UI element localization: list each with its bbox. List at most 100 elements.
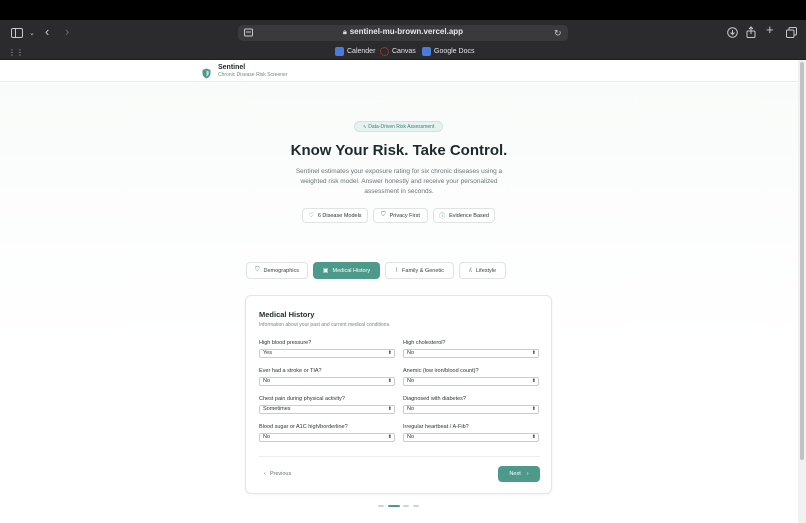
run-icon: ʎ bbox=[468, 267, 472, 274]
info-icon: ⓘ bbox=[439, 214, 446, 220]
address-bar[interactable]: 🔒︎ sentinel-mu-brown.vercel.app ↻ bbox=[238, 25, 568, 41]
hero-title: Know Your Risk. Take Control. bbox=[290, 142, 508, 159]
reload-icon[interactable]: ↻ bbox=[554, 27, 562, 39]
tab-label: Medical History bbox=[332, 267, 371, 274]
sidebar-toggle-icon[interactable] bbox=[11, 28, 23, 38]
tab-demographics[interactable]: ⛉ Demographics bbox=[246, 262, 308, 279]
chest-pain-select[interactable]: Sometimes ⬍ bbox=[259, 405, 395, 414]
high-blood-pressure-select[interactable]: Yes ⬍ bbox=[259, 349, 395, 358]
data-driven-pill: ∿ Data-Driven Risk Assessment bbox=[354, 121, 443, 132]
badge-privacy-first: ⛉ Privacy First bbox=[373, 208, 428, 223]
bookmark-label: Google Docs bbox=[434, 48, 475, 55]
updown-icon: ⬍ bbox=[387, 350, 392, 356]
next-button[interactable]: Next › bbox=[498, 466, 540, 482]
bookmark-canvas[interactable]: Canvas bbox=[380, 47, 416, 56]
divider bbox=[259, 456, 540, 457]
question-label: Anemic (low iron/blood count)? bbox=[403, 368, 479, 374]
updown-icon: ⬍ bbox=[387, 406, 392, 412]
bookmark-label: Calender bbox=[347, 48, 376, 55]
download-icon[interactable] bbox=[727, 27, 738, 38]
tabs-overview-icon[interactable] bbox=[786, 27, 797, 38]
brand-tagline: Chronic Disease Risk Screener bbox=[218, 72, 288, 78]
updown-icon: ⬍ bbox=[387, 378, 392, 384]
window-top-bar bbox=[0, 0, 806, 20]
question-label: High cholesterol? bbox=[403, 340, 446, 346]
question-label: Irregular heartbeat / A-Fib? bbox=[403, 424, 469, 430]
scrollbar-thumb[interactable] bbox=[800, 62, 804, 460]
select-value: Yes bbox=[263, 350, 272, 356]
forward-icon[interactable]: › bbox=[65, 25, 69, 38]
shield-icon: ⛉ bbox=[381, 212, 386, 218]
url-text: 🔒︎ sentinel-mu-brown.vercel.app bbox=[238, 27, 568, 37]
select-value: No bbox=[263, 434, 271, 440]
badge-evidence-based: ⓘ Evidence Based bbox=[433, 208, 495, 223]
tab-lifestyle[interactable]: ʎ Lifestyle bbox=[459, 262, 506, 279]
bookmark-calender[interactable]: Calender bbox=[335, 47, 375, 56]
select-value: No bbox=[407, 378, 415, 384]
url-label: sentinel-mu-brown.vercel.app bbox=[349, 27, 464, 36]
chevron-down-icon[interactable]: ⌄ bbox=[29, 28, 35, 40]
tab-medical-history[interactable]: ▣ Medical History bbox=[313, 262, 380, 279]
step-dot bbox=[403, 505, 409, 507]
stroke-select[interactable]: No ⬍ bbox=[259, 377, 395, 386]
high-cholesterol-select[interactable]: No ⬍ bbox=[403, 349, 539, 358]
irregular-heartbeat-select[interactable]: No ⬍ bbox=[403, 433, 539, 442]
medical-history-card: Medical History Information about your p… bbox=[245, 295, 552, 494]
chevron-right-icon: › bbox=[526, 471, 529, 477]
select-value: Sometimes bbox=[263, 406, 291, 412]
pill-label: Data-Driven Risk Assessment bbox=[368, 124, 435, 130]
select-value: No bbox=[407, 350, 415, 356]
app-header: Sentinel Chronic Disease Risk Screener bbox=[0, 60, 798, 82]
tab-label: Demographics bbox=[263, 267, 299, 274]
clipboard-icon: ▣ bbox=[322, 268, 329, 274]
card-title: Medical History bbox=[259, 310, 315, 319]
question-label: High blood pressure? bbox=[259, 340, 312, 346]
hero-subtitle: Sentinel estimates your exposure rating … bbox=[295, 168, 503, 195]
updown-icon: ⬍ bbox=[531, 378, 536, 384]
question-label: Ever had a stroke or TIA? bbox=[259, 368, 322, 374]
diabetes-select[interactable]: No ⬍ bbox=[403, 405, 539, 414]
brand-name[interactable]: Sentinel bbox=[218, 64, 245, 71]
shield-icon: ⛉ bbox=[255, 267, 260, 273]
blood-sugar-select[interactable]: No ⬍ bbox=[259, 433, 395, 442]
docs-icon bbox=[422, 47, 431, 56]
heart-icon: ♡ bbox=[308, 213, 314, 219]
badge-label: 6 Disease Models bbox=[317, 212, 362, 219]
updown-icon: ⬍ bbox=[531, 350, 536, 356]
select-value: No bbox=[407, 406, 415, 412]
lock-icon: 🔒︎ bbox=[342, 29, 347, 36]
web-page: Sentinel Chronic Disease Risk Screener ∿… bbox=[0, 60, 798, 523]
select-value: No bbox=[263, 378, 271, 384]
updown-icon: ⬍ bbox=[531, 434, 536, 440]
tab-label: Family & Genetic bbox=[402, 267, 444, 274]
tab-family-genetic[interactable]: ⌇ Family & Genetic bbox=[385, 262, 454, 279]
badge-disease-models: ♡ 6 Disease Models bbox=[302, 208, 368, 223]
dna-icon: ⌇ bbox=[395, 268, 399, 274]
back-icon[interactable]: ‹ bbox=[45, 25, 49, 38]
step-dot bbox=[378, 505, 384, 507]
step-dot bbox=[388, 505, 400, 507]
step-dot bbox=[413, 505, 419, 507]
previous-button[interactable]: ‹ Previous bbox=[264, 467, 291, 481]
question-label: Blood sugar or A1C high/borderline? bbox=[259, 424, 348, 430]
question-label: Diagnosed with diabetes? bbox=[403, 396, 466, 402]
bookmark-label: Canvas bbox=[392, 48, 416, 55]
share-icon[interactable] bbox=[746, 26, 756, 38]
select-value: No bbox=[407, 434, 415, 440]
updown-icon: ⬍ bbox=[387, 434, 392, 440]
card-subtitle: Information about your past and current … bbox=[259, 322, 391, 328]
chevron-left-icon: ‹ bbox=[264, 471, 266, 477]
canvas-icon bbox=[380, 47, 389, 56]
tab-label: Lifestyle bbox=[475, 267, 497, 274]
next-label: Next bbox=[509, 471, 521, 477]
grid-icon[interactable]: ⋮⋮ bbox=[8, 47, 24, 59]
updown-icon: ⬍ bbox=[531, 406, 536, 412]
bookmark-google-docs[interactable]: Google Docs bbox=[422, 47, 474, 56]
badge-label: Evidence Based bbox=[449, 212, 489, 219]
calendar-icon bbox=[335, 47, 344, 56]
badge-label: Privacy First bbox=[389, 212, 420, 219]
shield-logo-icon[interactable] bbox=[202, 66, 211, 84]
anemic-select[interactable]: No ⬍ bbox=[403, 377, 539, 386]
previous-label: Previous bbox=[269, 471, 292, 477]
new-tab-icon[interactable]: + bbox=[766, 23, 774, 36]
